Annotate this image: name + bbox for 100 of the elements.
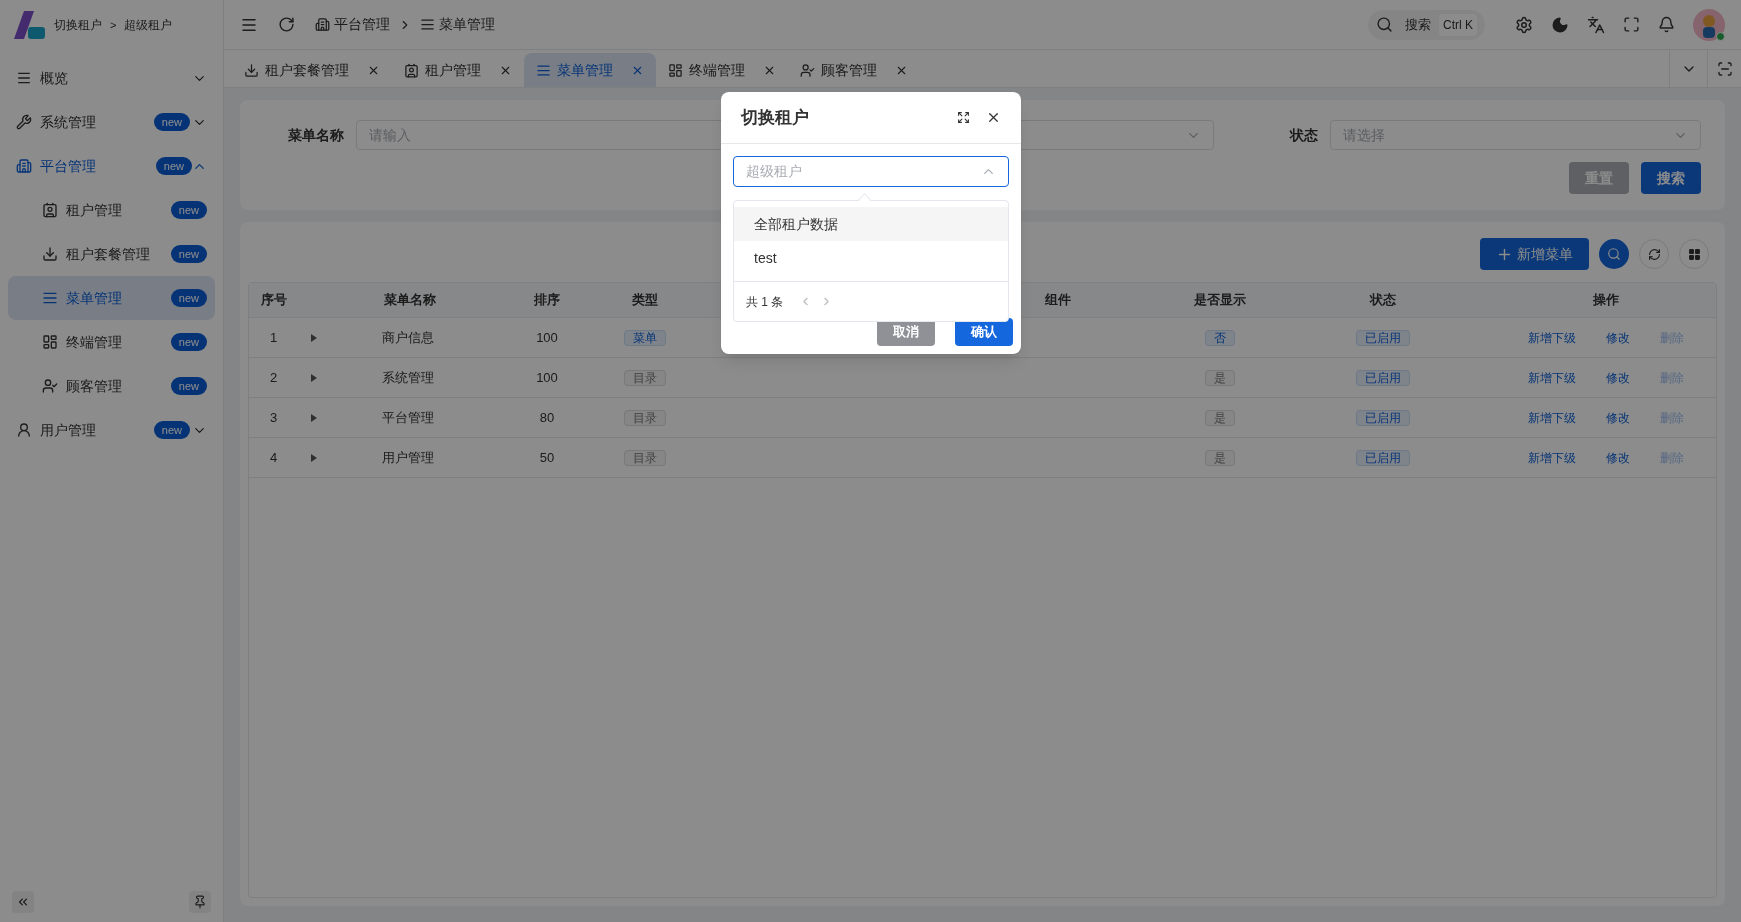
refresh-icon[interactable] [278, 16, 295, 33]
action-link[interactable]: 修改 [1606, 448, 1630, 467]
table-cell: 2 [269, 369, 278, 385]
menu-icon [16, 70, 32, 86]
sidebar-item[interactable]: 终端管理 new [8, 320, 215, 364]
new-badge: new [170, 289, 207, 307]
settings-icon[interactable] [1515, 15, 1533, 34]
table-cell: 100 [536, 329, 558, 345]
fullscreen-icon[interactable] [1623, 16, 1640, 33]
table-cell: 平台管理 [382, 409, 434, 425]
action-link[interactable]: 新增下级 [1528, 368, 1576, 387]
tab[interactable]: 终端管理 [656, 53, 788, 87]
search-button[interactable] [1599, 239, 1629, 269]
tag: 已启用 [1356, 329, 1410, 346]
tag: 目录 [624, 409, 666, 426]
tab[interactable]: 租户管理 [392, 53, 524, 87]
bell-icon[interactable] [1658, 16, 1675, 33]
column-header: 排序 [534, 292, 560, 308]
new-badge: new [153, 113, 190, 131]
grid-icon [1687, 247, 1701, 261]
contact-card-icon [42, 202, 58, 218]
expand-arrow-icon[interactable] [310, 372, 318, 383]
download-icon [42, 246, 58, 262]
breadcrumb-item[interactable]: 菜单管理 [439, 14, 495, 35]
lines-icon [536, 62, 551, 78]
tenant-select[interactable]: 超级租户 [733, 156, 1009, 187]
building-icon [16, 158, 32, 174]
sidebar-item[interactable]: 用户管理 new [8, 408, 215, 452]
search-button[interactable]: 搜索 [1641, 162, 1701, 194]
sidebar-item[interactable]: 租户套餐管理 new [8, 232, 215, 276]
action-link[interactable]: 修改 [1606, 328, 1630, 347]
pager-total: 共 1 条 [746, 293, 784, 311]
building-icon [315, 17, 330, 32]
lines-icon [42, 290, 58, 306]
new-badge: new [170, 333, 207, 351]
tag: 已启用 [1356, 449, 1410, 466]
close-icon[interactable] [986, 110, 1001, 125]
new-badge: new [170, 245, 207, 263]
action-link[interactable]: 修改 [1606, 408, 1630, 427]
action-link[interactable]: 修改 [1606, 368, 1630, 387]
tag: 是 [1205, 369, 1235, 386]
tab[interactable]: 租户套餐管理 [232, 53, 392, 87]
tab[interactable]: 菜单管理 [524, 53, 656, 87]
table-cell: 4 [269, 449, 278, 465]
sidebar-item[interactable]: 平台管理 new [8, 144, 215, 188]
shortcut-key: Ctrl K [1439, 13, 1477, 36]
filter-label: 状态 [1290, 126, 1318, 143]
expand-arrow-icon[interactable] [310, 332, 318, 343]
column-header: 是否显示 [1194, 292, 1246, 308]
breadcrumb-item[interactable]: 平台管理 [334, 14, 390, 35]
action-link[interactable]: 新增下级 [1528, 328, 1576, 347]
sidebar-item[interactable]: 概览 [8, 56, 215, 100]
tag: 否 [1205, 329, 1235, 346]
action-link[interactable]: 新增下级 [1528, 408, 1576, 427]
dropdown-option[interactable]: test [734, 241, 1008, 275]
table-cell: 80 [539, 409, 555, 425]
sidebar-item[interactable]: 菜单管理 new [8, 276, 215, 320]
dropdown-option[interactable]: 全部租户数据 [734, 207, 1008, 241]
user-icon [42, 378, 58, 394]
separator: > [110, 17, 117, 33]
logo-icon [12, 9, 46, 41]
sidebar-item[interactable]: 顾客管理 new [8, 364, 215, 408]
expand-icon[interactable] [957, 111, 970, 124]
expand-arrow-icon[interactable] [310, 412, 318, 423]
tag: 是 [1205, 409, 1235, 426]
table-cell: 50 [539, 449, 555, 465]
avatar[interactable] [1693, 8, 1725, 41]
action-link[interactable]: 新增下级 [1528, 448, 1576, 467]
tenant-switch-label[interactable]: 切换租户 [54, 16, 102, 34]
moon-icon[interactable] [1551, 15, 1569, 34]
search-button[interactable]: 搜索 Ctrl K [1368, 9, 1485, 40]
pin-button[interactable] [189, 891, 211, 913]
sidebar-item[interactable]: 系统管理 new [8, 100, 215, 144]
column-header: 类型 [632, 292, 658, 308]
table-cell: 100 [536, 369, 558, 385]
grid-icon [42, 334, 58, 350]
column-header: 菜单名称 [384, 292, 436, 308]
tag: 目录 [624, 449, 666, 466]
table-cell: 用户管理 [382, 449, 434, 465]
table-cell: 3 [269, 409, 278, 425]
double-chevron-left-icon [16, 895, 30, 909]
translate-icon[interactable] [1587, 15, 1605, 34]
dialog-title: 切换租户 [741, 106, 810, 129]
new-badge: new [170, 377, 207, 395]
download-icon [244, 62, 259, 78]
expand-arrow-icon[interactable] [310, 452, 318, 463]
tag: 是 [1205, 449, 1235, 466]
table-cell: 商户信息 [382, 329, 434, 345]
sidebar-item[interactable]: 租户管理 new [8, 188, 215, 232]
user-icon [16, 422, 32, 438]
add-menu-button[interactable]: 新增菜单 [1480, 238, 1589, 270]
column-header: 状态 [1370, 292, 1396, 308]
new-badge: new [155, 157, 192, 175]
filter-label: 菜单名称 [288, 126, 344, 143]
table-cell: 1 [269, 329, 278, 345]
user-icon [800, 62, 815, 78]
collapse-button[interactable] [12, 891, 34, 913]
tab[interactable]: 顾客管理 [788, 53, 920, 87]
scan-icon [1716, 60, 1733, 77]
tenant-name: 超级租户 [124, 17, 173, 34]
